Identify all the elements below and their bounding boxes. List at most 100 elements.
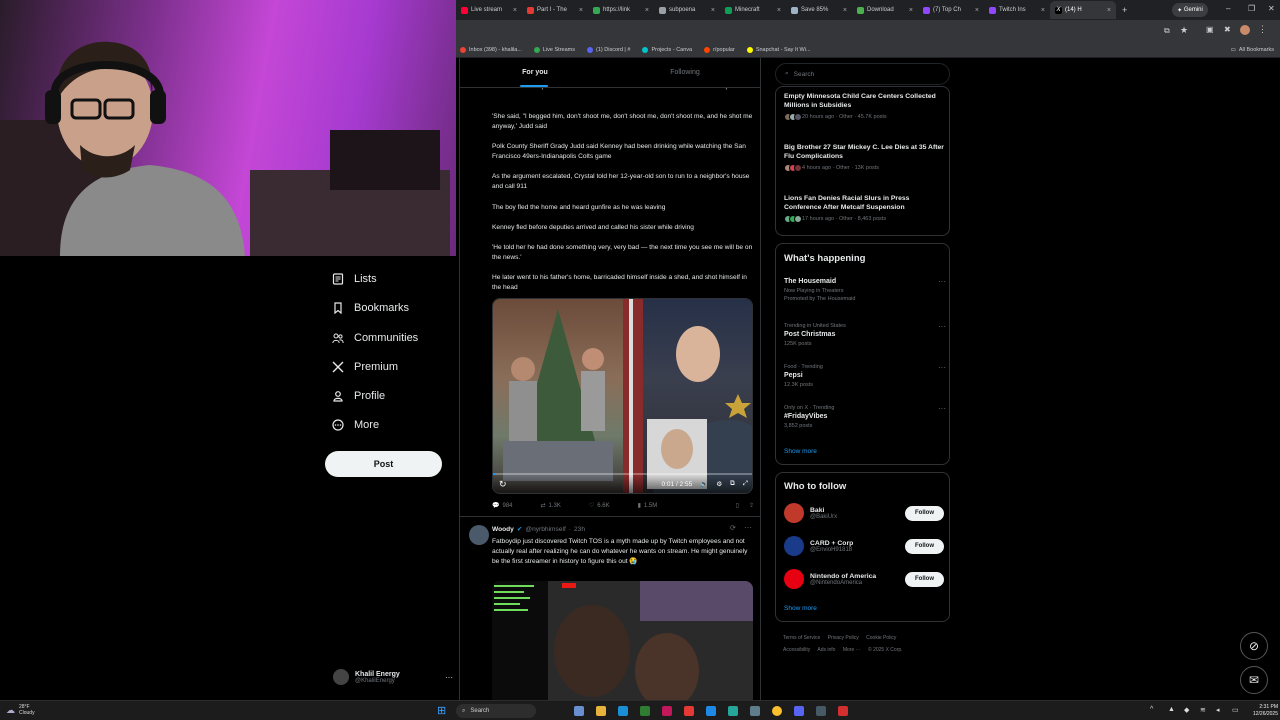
tab-following[interactable]: Following — [610, 58, 760, 87]
bookmark-item[interactable]: Inbox (398) - khalila... — [460, 46, 522, 53]
follow-suggestion[interactable]: CARD + Corp @EnvioH91818 Follow — [784, 534, 944, 558]
tray-chevron-icon[interactable]: ^ — [1150, 706, 1153, 713]
tweet-video[interactable] — [492, 581, 753, 700]
grok-button[interactable]: ⊘ — [1240, 632, 1268, 660]
browser-tab[interactable]: Twitch Ins × — [984, 1, 1050, 19]
close-tab-icon[interactable]: × — [909, 7, 913, 14]
nav-item-profile[interactable]: Profile — [332, 390, 385, 402]
browser-tab[interactable]: Download × — [852, 1, 918, 19]
browser-tab[interactable]: Minecraft × — [720, 1, 786, 19]
browser-tab[interactable]: Save 85% × — [786, 1, 852, 19]
clock[interactable]: 2:31 PM 12/26/2025 — [1250, 704, 1278, 718]
footer-link[interactable]: Ads info — [817, 647, 835, 653]
grok-icon[interactable]: ⟳ — [730, 524, 736, 532]
show-more-link[interactable]: Show more — [784, 605, 817, 612]
share-button[interactable]: ⇪ — [749, 502, 754, 509]
browser-tab-active[interactable]: X (14) H × — [1050, 1, 1116, 19]
footer-link[interactable]: Cookie Policy — [866, 635, 896, 641]
author-handle[interactable]: @nyrbhimself — [525, 526, 565, 533]
network-icon[interactable]: ▲ — [1168, 706, 1175, 713]
close-tab-icon[interactable]: × — [843, 7, 847, 14]
nav-item-communities[interactable]: Communities — [332, 332, 418, 344]
follow-suggestion[interactable]: Baki @BakiUrx Follow — [784, 501, 944, 525]
taskbar-search[interactable]: ⌕ Search — [456, 704, 536, 718]
app-icon[interactable] — [750, 706, 760, 716]
follow-button[interactable]: Follow — [905, 505, 944, 521]
browser-tab[interactable]: Live stream × — [456, 1, 522, 19]
tray-app-icon[interactable]: ◆ — [1184, 706, 1189, 714]
settings-icon[interactable]: ⚙ — [716, 480, 722, 488]
new-tab-button[interactable]: + — [1122, 5, 1127, 15]
cast-icon[interactable]: ⧉ — [1164, 26, 1170, 36]
browser-tab[interactable]: https://link × — [588, 1, 654, 19]
nav-item-premium[interactable]: Premium — [332, 361, 398, 373]
bookmark-item[interactable]: Projects - Canva — [642, 46, 692, 53]
news-item[interactable]: Big Brother 27 Star Mickey C. Lee Dies a… — [784, 143, 944, 172]
app-icon[interactable] — [640, 706, 650, 716]
app-icon[interactable] — [838, 706, 848, 716]
news-item[interactable]: Lions Fan Denies Racial Slurs in Press C… — [784, 194, 944, 223]
volume-icon[interactable]: 🔈 — [700, 480, 708, 488]
like-button[interactable]: ♡ 6.6K — [589, 502, 610, 510]
nav-item-lists[interactable]: Lists — [332, 273, 377, 285]
bookmark-item[interactable]: Snapchat - Say It Wi... — [746, 46, 811, 53]
account-switcher[interactable]: Khalil Energy @KhalilEnergy ··· — [333, 664, 453, 690]
browser-tab[interactable]: Part I - The × — [522, 1, 588, 19]
settings-icon[interactable] — [816, 706, 826, 716]
nav-item-bookmarks[interactable]: Bookmarks — [332, 302, 409, 314]
replay-icon[interactable]: ↻ — [499, 479, 507, 490]
app-icon[interactable] — [728, 706, 738, 716]
weather-widget[interactable]: ☁ 28°F Cloudy — [6, 704, 35, 716]
address-bar-area[interactable]: ⧉ ★ ▣ ✖ ⋮ — [456, 20, 1280, 42]
trend-item[interactable]: Only on X · Trending #FridayVibes 3,852 … — [784, 404, 946, 430]
bookmark-item[interactable]: Live Streams — [533, 46, 575, 53]
footer-link[interactable]: More ··· — [843, 647, 861, 653]
more-dots-icon[interactable]: ··· — [938, 363, 946, 372]
tab-for-you[interactable]: For you — [460, 58, 610, 87]
close-tab-icon[interactable]: × — [975, 7, 979, 14]
close-tab-icon[interactable]: × — [513, 7, 517, 14]
close-window-icon[interactable]: ✕ — [1268, 4, 1275, 13]
nav-item-more[interactable]: More — [332, 419, 379, 431]
bookmark-item[interactable]: (1) Discord | # — [587, 46, 630, 53]
author-name[interactable]: Woody — [492, 526, 514, 533]
file-explorer-icon[interactable] — [596, 706, 606, 716]
more-dots-icon[interactable]: ··· — [938, 322, 946, 331]
more-dots-icon[interactable]: ··· — [938, 277, 946, 286]
bookmark-star-icon[interactable]: ★ — [1180, 25, 1188, 36]
close-tab-icon[interactable]: × — [777, 7, 781, 14]
profile-avatar[interactable] — [1240, 25, 1250, 35]
edge-icon[interactable] — [618, 706, 628, 716]
windows-start-icon[interactable]: ⊞ — [437, 704, 446, 717]
messages-button[interactable]: ✉ — [1240, 666, 1268, 694]
browser-menu-icon[interactable]: ⋮ — [1258, 24, 1267, 35]
more-dots-icon[interactable]: ··· — [744, 523, 752, 532]
tweet-video[interactable]: ↻ 0:01 / 2:55 🔈 ⚙ ⧉ ⤢ — [492, 298, 753, 494]
close-tab-icon[interactable]: × — [1107, 7, 1111, 14]
trend-item[interactable]: Food · Trending Pepsi 12.3K posts ··· — [784, 363, 946, 389]
close-tab-icon[interactable]: × — [1041, 7, 1045, 14]
views-button[interactable]: ▮ 1.5M — [638, 502, 658, 510]
more-dots-icon[interactable]: ··· — [938, 404, 946, 413]
all-bookmarks[interactable]: ▭ All Bookmarks — [1231, 47, 1280, 53]
avatar[interactable] — [784, 569, 804, 589]
tweet-time[interactable]: 23h — [574, 526, 585, 533]
bookmark-item[interactable]: r/popular — [704, 46, 735, 53]
minimize-icon[interactable]: – — [1226, 4, 1230, 13]
reply-button[interactable]: 💬 984 — [492, 502, 513, 510]
show-more-link[interactable]: Show more — [784, 448, 817, 455]
fullscreen-icon[interactable]: ⤢ — [743, 480, 748, 488]
avatar[interactable] — [784, 503, 804, 523]
footer-link[interactable]: Privacy Policy — [828, 635, 859, 641]
sidepanel-icon[interactable]: ▣ — [1206, 25, 1214, 34]
footer-link[interactable]: Accessibility — [783, 647, 810, 653]
discord-icon[interactable] — [794, 706, 804, 716]
app-icon[interactable] — [662, 706, 672, 716]
trend-item[interactable]: Trending in United States Post Christmas… — [784, 322, 946, 348]
volume-icon[interactable]: ◂ — [1216, 706, 1220, 714]
news-item[interactable]: Empty Minnesota Child Care Centers Colle… — [784, 92, 944, 121]
picture-in-picture-icon[interactable]: ⧉ — [730, 480, 735, 488]
browser-tab[interactable]: subpoena × — [654, 1, 720, 19]
repost-button[interactable]: ⇄ 1.3K — [541, 502, 561, 510]
footer-link[interactable]: Terms of Service — [783, 635, 820, 641]
